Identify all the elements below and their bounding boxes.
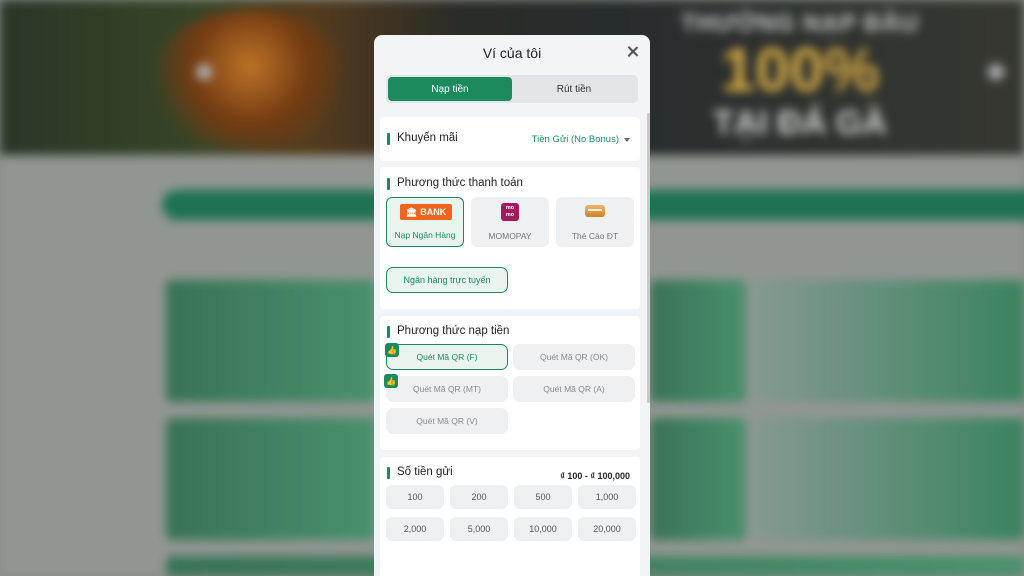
phone-card-icon bbox=[585, 205, 605, 217]
deposit-option-label: Quét Mã QR (F) bbox=[416, 352, 478, 362]
bank-logo-icon: 🏛 BANK bbox=[400, 204, 452, 220]
section-marker bbox=[387, 326, 390, 338]
payment-method-label: Phương thức thanh toán bbox=[397, 177, 523, 189]
amount-option[interactable]: 20,000 bbox=[578, 517, 636, 541]
thumbs-up-icon: 👍 bbox=[385, 343, 399, 357]
deposit-option-qr-a[interactable]: Quét Mã QR (A) bbox=[513, 376, 635, 402]
deposit-amount-range: ₫ 100 - ₫ 100,000 bbox=[560, 471, 630, 481]
section-marker bbox=[387, 467, 390, 479]
deposit-option-qr-v[interactable]: Quét Mã QR (V) bbox=[386, 408, 508, 434]
amount-option[interactable]: 10,000 bbox=[514, 517, 572, 541]
close-icon[interactable] bbox=[624, 43, 642, 61]
amount-option[interactable]: 200 bbox=[450, 485, 508, 509]
wallet-tabs: Nạp tiền Rút tiền bbox=[386, 75, 638, 103]
deposit-option-label: Quét Mã QR (A) bbox=[543, 384, 605, 394]
section-marker bbox=[387, 178, 390, 190]
deposit-option-qr-mt[interactable]: 👍 Quét Mã QR (MT) bbox=[384, 374, 508, 402]
deposit-method-label: Phương thức nạp tiền bbox=[397, 325, 510, 337]
online-banking-button[interactable]: Ngân hàng trực tuyến bbox=[386, 267, 508, 293]
promotion-selected-value: Tiền Gửi (No Bonus) bbox=[531, 134, 619, 145]
chevron-down-icon bbox=[624, 137, 630, 142]
deposit-option-qr-f[interactable]: 👍 Quét Mã QR (F) bbox=[385, 343, 508, 370]
modal-header: Ví của tôi bbox=[374, 35, 650, 71]
tab-deposit[interactable]: Nạp tiền bbox=[388, 77, 512, 101]
wallet-modal: Ví của tôi Nạp tiền Rút tiền Khuyến mãi … bbox=[374, 35, 650, 576]
promotion-section: Khuyến mãi Tiền Gửi (No Bonus) bbox=[380, 117, 640, 161]
tab-withdraw[interactable]: Rút tiền bbox=[512, 77, 636, 101]
payment-option-label: Thẻ Cào ĐT bbox=[571, 231, 619, 241]
deposit-option-label: Quét Mã QR (V) bbox=[416, 416, 478, 426]
scrollbar[interactable] bbox=[647, 113, 650, 403]
deposit-method-section: Phương thức nạp tiền 👍 Quét Mã QR (F) Qu… bbox=[380, 316, 640, 450]
payment-option-phone-card[interactable]: Thẻ Cào ĐT bbox=[556, 197, 634, 247]
thumbs-up-icon: 👍 bbox=[384, 374, 398, 388]
payment-option-momo[interactable]: mo mo MOMOPAY bbox=[471, 197, 549, 247]
deposit-option-label: Quét Mã QR (OK) bbox=[539, 352, 608, 362]
deposit-option-label: Quét Mã QR (MT) bbox=[412, 384, 481, 394]
amount-option[interactable]: 2,000 bbox=[386, 517, 444, 541]
deposit-amount-section: Số tiền gửi ₫ 100 - ₫ 100,000 100 200 50… bbox=[380, 457, 640, 576]
promotion-dropdown[interactable]: Tiền Gửi (No Bonus) bbox=[532, 134, 630, 145]
payment-option-bank[interactable]: 🏛 BANK Nạp Ngân Hàng bbox=[386, 197, 464, 247]
payment-method-section: Phương thức thanh toán 🏛 BANK Nạp Ngân Hà… bbox=[380, 167, 640, 309]
deposit-option-qr-ok[interactable]: Quét Mã QR (OK) bbox=[513, 344, 635, 370]
payment-option-label: Nạp Ngân Hàng bbox=[394, 230, 456, 240]
amount-option[interactable]: 500 bbox=[514, 485, 572, 509]
modal-title: Ví của tôi bbox=[482, 45, 542, 61]
amount-option[interactable]: 5,000 bbox=[450, 517, 508, 541]
momo-logo-icon: mo mo bbox=[501, 203, 519, 221]
deposit-amount-label: Số tiền gửi bbox=[397, 466, 453, 478]
promotion-label: Khuyến mãi bbox=[397, 132, 458, 144]
payment-option-label: MOMOPAY bbox=[488, 231, 532, 241]
amount-option[interactable]: 100 bbox=[386, 485, 444, 509]
amount-option[interactable]: 1,000 bbox=[578, 485, 636, 509]
section-marker bbox=[387, 133, 390, 145]
